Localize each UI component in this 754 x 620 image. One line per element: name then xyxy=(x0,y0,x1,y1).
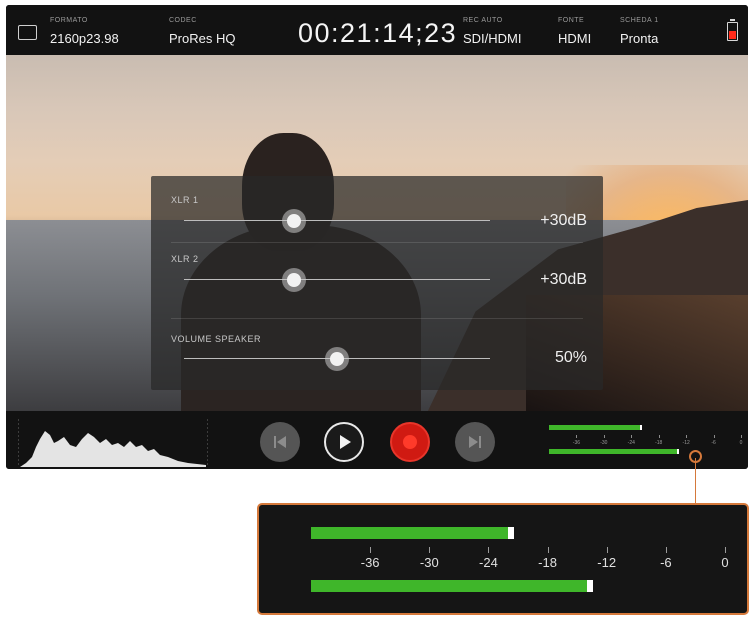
xlr2-slider-track[interactable] xyxy=(184,279,490,280)
xlr1-slider-knob[interactable] xyxy=(282,209,307,233)
meter-tick-label: -12 xyxy=(597,555,617,570)
meter-tick-label: 0 xyxy=(739,440,743,446)
input-label: FONTE xyxy=(558,17,585,24)
format-value: 2160p23.98 xyxy=(50,31,119,46)
format-icon[interactable] xyxy=(18,25,37,40)
skip-back-icon xyxy=(274,436,286,448)
rec-source-value: SDI/HDMI xyxy=(463,31,522,46)
timecode[interactable]: 00:21:14;23 xyxy=(298,18,457,49)
meter-bar-channel-1 xyxy=(549,425,641,430)
histogram-curve xyxy=(20,431,206,467)
skip-back-button[interactable] xyxy=(260,422,300,462)
audio-settings-panel: XLR 1 +30dB XLR 2 +30dB VOLUME SPEAKER 5… xyxy=(151,176,603,390)
card-label: SCHEDA 1 xyxy=(620,17,659,24)
meter-peak-channel-1 xyxy=(508,527,515,539)
monitor-screen: FORMATO 2160p23.98 CODEC ProRes HQ 00:21… xyxy=(6,5,748,469)
speaker-volume-value: 50% xyxy=(554,349,587,366)
audio-meter-detail: -36 -30 -24 -18 -12 -6 0 xyxy=(257,503,749,615)
meter-tick-label: -18 xyxy=(538,555,557,570)
callout-line xyxy=(695,458,696,503)
play-button[interactable] xyxy=(324,422,364,462)
meter-tick-label: -6 xyxy=(660,555,672,570)
rec-source-label: REC AUTO xyxy=(463,17,503,24)
skip-forward-button[interactable] xyxy=(455,422,495,462)
speaker-volume-slider-knob[interactable] xyxy=(325,347,349,371)
meter-peak-channel-2 xyxy=(587,580,593,592)
meter-tick-label: -36 xyxy=(572,440,581,446)
input-value: HDMI xyxy=(558,31,592,46)
meter-tick-label: -24 xyxy=(627,440,635,446)
audio-meter-mini[interactable]: -36 -30 -24 -18 -12 -6 0 xyxy=(545,425,745,465)
skip-forward-icon xyxy=(469,436,481,448)
meter-tick xyxy=(488,547,490,553)
histogram[interactable] xyxy=(18,417,208,467)
xlr1-label: XLR 1 xyxy=(171,195,199,205)
codec-label: CODEC xyxy=(169,17,197,24)
meter-tick-label: -18 xyxy=(655,440,663,446)
meter-tick-label: -6 xyxy=(711,440,716,446)
panel-divider xyxy=(171,242,583,243)
meter-tick xyxy=(631,435,633,438)
xlr1-value: +30dB xyxy=(540,212,587,229)
meter-peak-channel-2 xyxy=(677,449,679,454)
play-icon xyxy=(340,435,351,449)
meter-bar-channel-2 xyxy=(549,449,677,454)
meter-tick-label: 0 xyxy=(721,555,729,570)
xlr1-slider-track[interactable] xyxy=(184,220,490,221)
meter-tick xyxy=(547,547,549,553)
meter-tick xyxy=(725,547,726,553)
codec-value: ProRes HQ xyxy=(169,31,236,46)
record-button[interactable] xyxy=(390,422,430,462)
meter-tick xyxy=(713,435,715,438)
meter-tick xyxy=(665,547,667,553)
meter-tick xyxy=(576,435,578,438)
panel-divider xyxy=(171,318,583,319)
meter-bar-channel-2 xyxy=(311,580,587,592)
battery-level xyxy=(729,31,736,39)
xlr2-value: +30dB xyxy=(540,271,587,288)
card-value: Pronta xyxy=(620,31,659,46)
meter-tick xyxy=(606,547,608,553)
meter-tick-label: -36 xyxy=(360,555,380,570)
meter-tick xyxy=(686,435,688,438)
meter-peak-channel-1 xyxy=(640,425,643,430)
speaker-volume-label: VOLUME SPEAKER xyxy=(171,334,262,344)
meter-tick xyxy=(741,435,742,438)
meter-tick xyxy=(370,547,372,553)
meter-tick-label: -30 xyxy=(419,555,439,570)
transport-bar: -36 -30 -24 -18 -12 -6 0 xyxy=(6,411,748,469)
xlr2-slider-knob[interactable] xyxy=(282,268,307,292)
meter-tick-label: -12 xyxy=(682,440,690,446)
status-bar: FORMATO 2160p23.98 CODEC ProRes HQ 00:21… xyxy=(6,5,748,55)
video-preview[interactable]: XLR 1 +30dB XLR 2 +30dB VOLUME SPEAKER 5… xyxy=(6,55,748,411)
format-label: FORMATO xyxy=(50,17,88,24)
meter-tick xyxy=(429,547,431,553)
record-icon xyxy=(403,435,417,449)
battery-icon xyxy=(727,19,738,41)
xlr2-label: XLR 2 xyxy=(171,254,199,264)
meter-tick xyxy=(603,435,605,438)
meter-tick-label: -30 xyxy=(600,440,608,446)
meter-bar-channel-1 xyxy=(311,527,509,539)
meter-tick xyxy=(658,435,660,438)
meter-tick-label: -24 xyxy=(479,555,498,570)
